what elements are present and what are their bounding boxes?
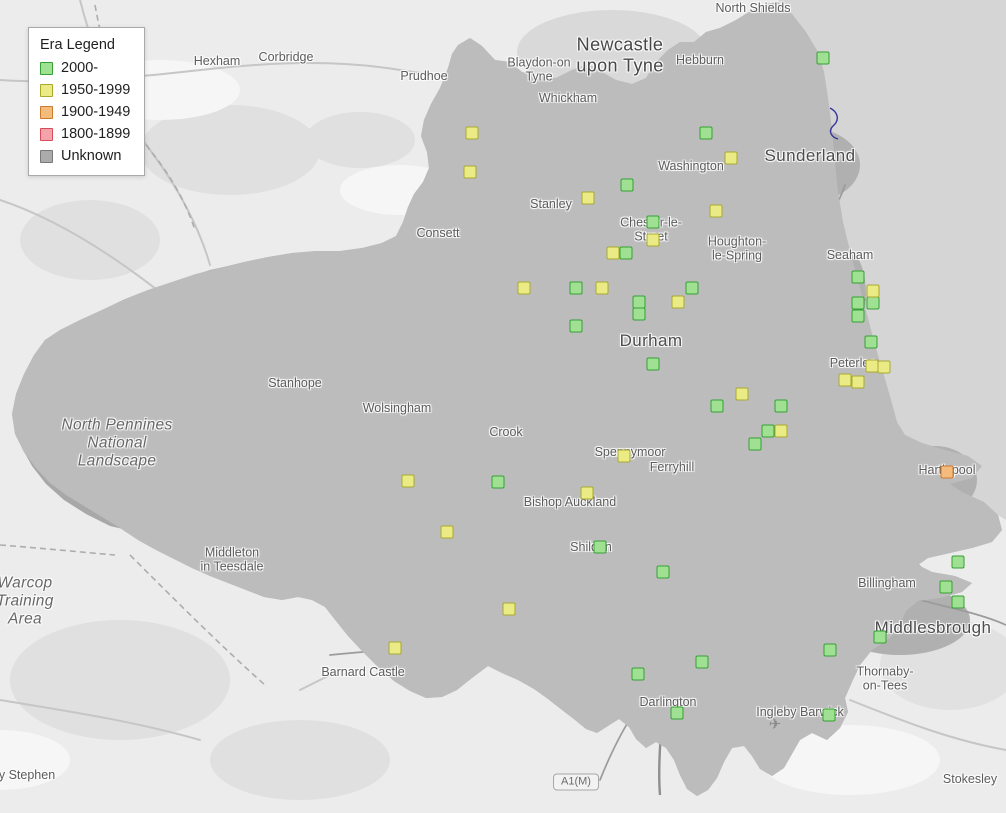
site-marker-era1950[interactable] (646, 233, 660, 247)
site-marker-era1950[interactable] (465, 126, 479, 140)
site-marker-era1950[interactable] (735, 387, 749, 401)
site-marker-era2000[interactable] (699, 126, 713, 140)
site-marker-era1950[interactable] (388, 641, 402, 655)
site-marker-era2000[interactable] (939, 580, 953, 594)
site-marker-era2000[interactable] (670, 706, 684, 720)
site-marker-era1950[interactable] (724, 151, 738, 165)
site-marker-era2000[interactable] (851, 309, 865, 323)
site-marker-era2000[interactable] (710, 399, 724, 413)
site-marker-era1900[interactable] (940, 465, 954, 479)
legend-item-era1800: 1800-1899 (40, 126, 130, 142)
site-marker-era1950[interactable] (463, 165, 477, 179)
site-marker-era1950[interactable] (877, 360, 891, 374)
site-marker-era1950[interactable] (581, 191, 595, 205)
site-marker-era2000[interactable] (951, 595, 965, 609)
site-marker-era2000[interactable] (685, 281, 699, 295)
site-marker-era1950[interactable] (709, 204, 723, 218)
site-marker-era2000[interactable] (951, 555, 965, 569)
site-marker-era1950[interactable] (851, 375, 865, 389)
site-marker-era2000[interactable] (619, 246, 633, 260)
legend-item-era1900: 1900-1949 (40, 104, 130, 120)
site-marker-era2000[interactable] (656, 565, 670, 579)
legend-item-era2000: 2000- (40, 60, 130, 76)
site-marker-era2000[interactable] (569, 319, 583, 333)
legend-item-era1950: 1950-1999 (40, 82, 130, 98)
era-legend: Era Legend 2000- 1950-1999 1900-1949 1800-1… (28, 27, 146, 176)
era1900-swatch-icon (40, 105, 53, 119)
site-marker-era2000[interactable] (593, 540, 607, 554)
legend-label: 2000- (61, 60, 99, 76)
site-marker-era2000[interactable] (695, 655, 709, 669)
site-marker-era2000[interactable] (822, 708, 836, 722)
legend-item-unknown: Unknown (40, 148, 130, 164)
site-marker-era2000[interactable] (864, 335, 878, 349)
site-marker-era2000[interactable] (873, 630, 887, 644)
site-marker-era1950[interactable] (866, 284, 880, 298)
site-marker-era2000[interactable] (774, 399, 788, 413)
site-marker-era1950[interactable] (606, 246, 620, 260)
base-map-tiles (0, 0, 1006, 813)
site-marker-era1950[interactable] (440, 525, 454, 539)
site-marker-era2000[interactable] (646, 215, 660, 229)
site-marker-era1950[interactable] (580, 486, 594, 500)
site-marker-era2000[interactable] (823, 643, 837, 657)
era1950-swatch-icon (40, 83, 53, 97)
site-marker-era2000[interactable] (491, 475, 505, 489)
site-marker-era1950[interactable] (517, 281, 531, 295)
site-marker-era2000[interactable] (632, 307, 646, 321)
road-badge-a1m: A1(M) (553, 773, 599, 791)
site-marker-era2000[interactable] (631, 667, 645, 681)
era1800-swatch-icon (40, 127, 53, 141)
unknown-swatch-icon (40, 149, 53, 163)
site-marker-era2000[interactable] (748, 437, 762, 451)
site-marker-era1950[interactable] (595, 281, 609, 295)
site-marker-era1950[interactable] (502, 602, 516, 616)
legend-items: 2000- 1950-1999 1900-1949 1800-1899 Unknown (40, 60, 130, 164)
legend-label: 1900-1949 (61, 104, 131, 120)
site-marker-era2000[interactable] (620, 178, 634, 192)
legend-label: 1800-1899 (61, 126, 131, 142)
site-marker-era1950[interactable] (401, 474, 415, 488)
map-canvas[interactable]: North Shields Newcastle upon Tyne Hexham Co… (0, 0, 1006, 813)
site-marker-era1950[interactable] (671, 295, 685, 309)
legend-label: 1950-1999 (61, 82, 131, 98)
site-marker-era1950[interactable] (838, 373, 852, 387)
site-marker-era2000[interactable] (851, 296, 865, 310)
site-marker-era1950[interactable] (617, 449, 631, 463)
site-marker-era2000[interactable] (851, 270, 865, 284)
legend-title: Era Legend (40, 37, 115, 53)
legend-label: Unknown (61, 148, 122, 164)
site-marker-era2000[interactable] (866, 296, 880, 310)
site-marker-era2000[interactable] (816, 51, 830, 65)
site-marker-era2000[interactable] (761, 424, 775, 438)
site-marker-era2000[interactable] (646, 357, 660, 371)
site-marker-era2000[interactable] (569, 281, 583, 295)
site-marker-era1950[interactable] (774, 424, 788, 438)
era2000-swatch-icon (40, 61, 53, 75)
